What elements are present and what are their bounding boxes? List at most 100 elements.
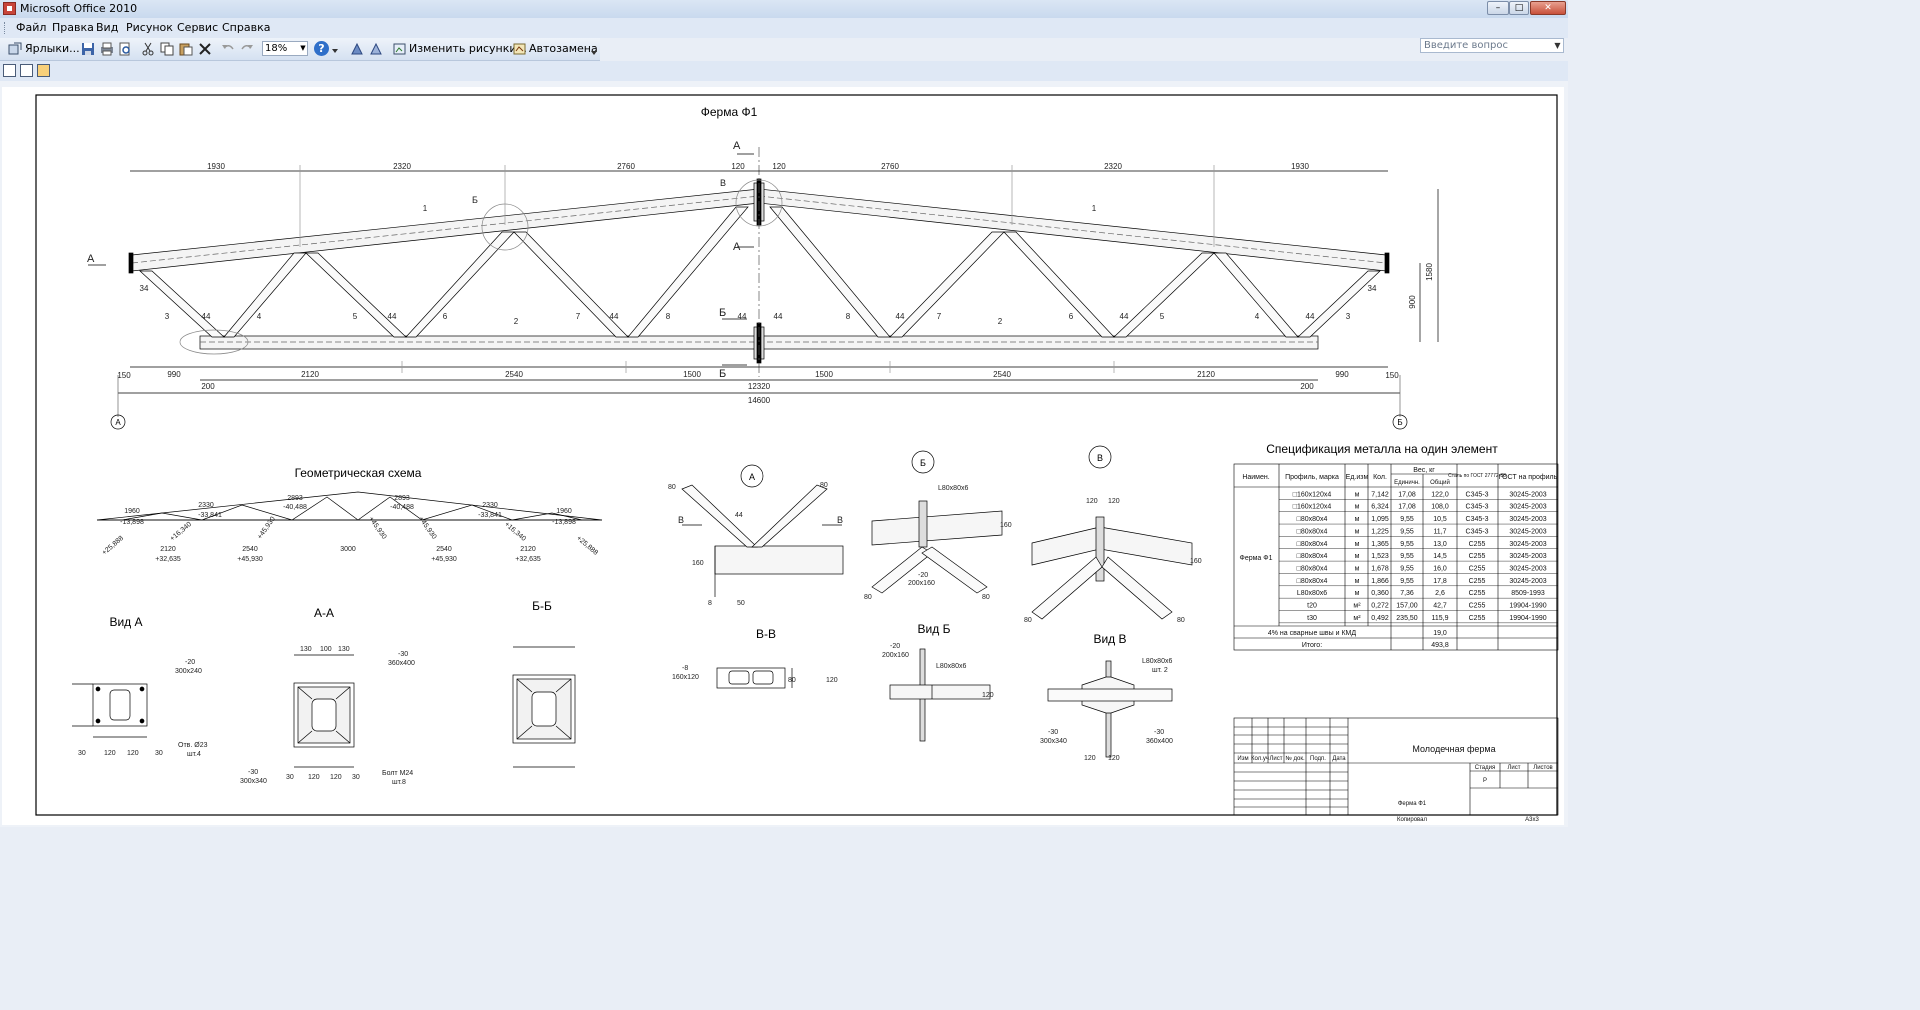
geometric-scheme <box>96 491 603 521</box>
section-mark: А <box>733 140 741 152</box>
maximize-button[interactable]: □ <box>1509 1 1529 15</box>
view-label: 360x400 <box>388 660 415 667</box>
spec-cell: □80x80x4 <box>1297 578 1328 585</box>
single-view-icon[interactable] <box>37 64 50 77</box>
geom-label: -33,841 <box>198 512 222 519</box>
node-label: 80 <box>982 594 990 601</box>
view-label: 100 <box>320 646 332 653</box>
chevron-down-icon[interactable]: ▼ <box>299 42 307 55</box>
top-dim-5: 120 <box>772 162 786 171</box>
thumbnail-view-icon[interactable] <box>3 64 16 77</box>
spec-cell: 0,492 <box>1371 615 1389 622</box>
spec-cell: 30245-2003 <box>1509 516 1546 523</box>
autocorrect-button[interactable]: Автозамена <box>529 41 598 57</box>
view-label: 300x340 <box>240 778 267 785</box>
node-label: 160 <box>1000 522 1012 529</box>
rotate-left-icon[interactable] <box>350 42 364 56</box>
rotate-right-icon[interactable] <box>369 42 383 56</box>
spec-cell: С255 <box>1469 603 1486 610</box>
spec-cell: 17,08 <box>1398 491 1416 498</box>
geom-label: +45,930 <box>237 556 263 563</box>
toolbar-overflow-icon[interactable] <box>590 49 598 57</box>
cut-icon[interactable] <box>141 42 155 56</box>
menu-help[interactable]: Справка <box>222 21 270 34</box>
node-v-title: В <box>1097 453 1103 463</box>
edit-images-icon[interactable] <box>393 42 407 56</box>
delete-icon[interactable] <box>198 42 212 56</box>
node-label: L80x80x6 <box>938 485 968 492</box>
spec-cell: С255 <box>1469 590 1486 597</box>
menu-grip-icon[interactable] <box>4 22 8 34</box>
spec-cell: 0,360 <box>1371 590 1389 597</box>
minimize-button[interactable]: – <box>1487 1 1509 15</box>
filmstrip-view-icon[interactable] <box>20 64 33 77</box>
section-mark: А <box>733 241 741 253</box>
spec-cell: 9,55 <box>1400 541 1414 548</box>
spec-cell: С345-3 <box>1466 504 1489 511</box>
member-label: 3 <box>165 312 170 321</box>
spec-cell: □160x120x4 <box>1293 504 1332 511</box>
stamp-stage: Р <box>1483 778 1487 784</box>
spec-cell: С255 <box>1469 565 1486 572</box>
spec-cell: 157,00 <box>1396 603 1418 610</box>
small-dim-6: 34 <box>1368 284 1377 293</box>
toolbar-options-icon[interactable] <box>331 47 339 55</box>
undo-icon[interactable] <box>221 42 235 56</box>
help-search-placeholder: Введите вопрос <box>1424 40 1508 51</box>
chevron-down-icon[interactable]: ▼ <box>1553 39 1562 52</box>
spec-cell: м <box>1355 491 1360 498</box>
zoom-select[interactable]: 18% ▼ <box>262 41 308 56</box>
geom-label: +32,635 <box>155 556 181 563</box>
spec-cell: 1,523 <box>1371 553 1389 560</box>
section-bb-title: Б-Б <box>532 599 552 613</box>
menu-edit[interactable]: Правка <box>52 21 94 34</box>
view-label: -20 <box>185 659 195 666</box>
top-dim-1: 1930 <box>207 162 225 171</box>
spec-cell: 2,6 <box>1435 590 1445 597</box>
geom-label: -40,488 <box>283 504 307 511</box>
help-search-input[interactable]: Введите вопрос ▼ <box>1420 38 1564 53</box>
node-label: 160 <box>1190 558 1202 565</box>
axis-markers: А Б <box>115 418 1402 427</box>
top-dim-2: 2320 <box>393 162 411 171</box>
stamp-title: Молодечная ферма <box>1412 744 1495 754</box>
member-label: 44 <box>388 312 397 321</box>
shortcuts-button[interactable]: Ярлыки... <box>25 41 80 57</box>
small-dim-3: 12320 <box>748 382 771 391</box>
spec-cell: м² <box>1353 615 1361 622</box>
print-preview-icon[interactable] <box>118 42 132 56</box>
top-dim-4: 120 <box>731 162 745 171</box>
node-label: 50 <box>737 600 745 607</box>
spec-cell: □160x120x4 <box>1293 491 1332 498</box>
menu-picture[interactable]: Рисунок <box>126 21 173 34</box>
node-label: 200x160 <box>908 580 935 587</box>
spec-cell: м <box>1355 578 1360 585</box>
menu-tools[interactable]: Сервис <box>177 21 218 34</box>
member-label: 6 <box>1069 312 1074 321</box>
copy-icon[interactable] <box>160 42 174 56</box>
node-label: 80 <box>820 482 828 489</box>
spec-cell: 30245-2003 <box>1509 565 1546 572</box>
small-dim-5: 34 <box>140 284 149 293</box>
paste-icon[interactable] <box>179 42 193 56</box>
view-label: 30 <box>78 750 86 757</box>
redo-icon[interactable] <box>240 42 254 56</box>
spec-cell: 30245-2003 <box>1509 541 1546 548</box>
save-icon[interactable] <box>81 42 95 56</box>
stamp-element: Ферма Ф1 <box>1398 801 1427 807</box>
spec-title: Спецификация металла на один элемент <box>1266 442 1498 456</box>
autocorrect-icon[interactable] <box>513 42 527 56</box>
spec-cell: С255 <box>1469 541 1486 548</box>
help-icon[interactable]: ? <box>314 41 329 56</box>
close-button[interactable]: ✕ <box>1530 1 1566 15</box>
spec-cell: □80x80x4 <box>1297 528 1328 535</box>
print-icon[interactable] <box>100 42 114 56</box>
edit-images-button[interactable]: Изменить рисунки... <box>409 41 527 57</box>
member-label: 44 <box>1306 312 1315 321</box>
view-label: 120 <box>826 677 838 684</box>
view-label: 360x400 <box>1146 738 1173 745</box>
menu-view[interactable]: Вид <box>96 21 118 34</box>
shortcuts-icon[interactable] <box>8 42 22 56</box>
member-label: 7 <box>576 312 581 321</box>
menu-file[interactable]: Файл <box>16 21 46 34</box>
